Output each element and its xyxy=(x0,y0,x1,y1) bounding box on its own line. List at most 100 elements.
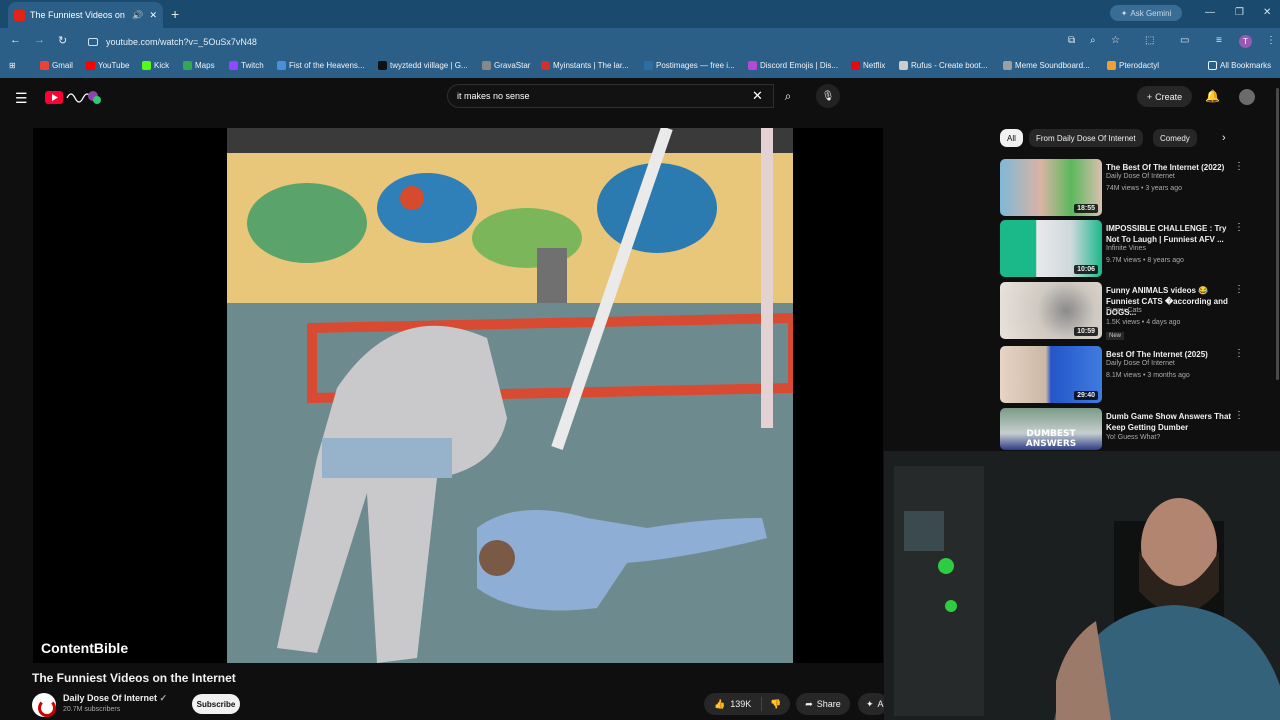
search-button[interactable]: ⌕ xyxy=(776,84,800,108)
hamburger-menu-icon[interactable]: ☰ xyxy=(15,90,28,107)
video-title: The Funniest Videos on the Internet xyxy=(32,671,236,685)
new-tab-button[interactable]: + xyxy=(171,6,179,22)
sparkle-icon: ✦ xyxy=(866,698,874,709)
url-text: youtube.com/watch?v=_5OuSx7vN48 xyxy=(106,37,257,47)
bookmark-twyztedd[interactable]: twyztedd viillage | G... xyxy=(378,61,468,70)
bookmark-twitch[interactable]: Twitch xyxy=(229,61,264,70)
bookmark-discord-emojis[interactable]: Discord Emojis | Dis... xyxy=(748,61,838,70)
related-meta: 74M views • 3 years ago xyxy=(1106,185,1182,192)
bookmark-fist-of-heavens[interactable]: Fist of the Heavens... xyxy=(277,61,365,70)
install-app-icon[interactable]: ⧉ xyxy=(1068,35,1075,46)
chip-all[interactable]: All xyxy=(1000,129,1023,147)
related-video[interactable]: 10:59 Funny ANIMALS videos 😂 Funniest CA… xyxy=(1000,282,1260,340)
forward-icon[interactable]: → xyxy=(34,34,45,46)
bookmark-kick[interactable]: Kick xyxy=(142,61,169,70)
twitch-icon xyxy=(229,61,238,70)
create-button[interactable]: + Create xyxy=(1137,86,1192,107)
bookmark-netflix[interactable]: Netflix xyxy=(851,61,885,70)
ask-label: A xyxy=(877,699,884,709)
related-title: IMPOSSIBLE CHALLENGE : Try Not To Laugh … xyxy=(1106,224,1227,244)
share-label: Share xyxy=(816,699,841,709)
chip-from-channel[interactable]: From Daily Dose Of Internet xyxy=(1029,129,1143,147)
youtube-icon xyxy=(86,61,95,70)
profile-avatar[interactable]: T xyxy=(1239,35,1252,48)
bookmark-youtube[interactable]: YouTube xyxy=(86,61,129,70)
close-tab-icon[interactable]: ✕ xyxy=(149,10,157,21)
video-watermark: ContentBible xyxy=(41,640,129,656)
more-options-icon[interactable]: ⋮ xyxy=(1234,410,1244,421)
more-options-icon[interactable]: ⋮ xyxy=(1234,284,1244,295)
address-bar[interactable]: youtube.com/watch?v=_5OuSx7vN48 xyxy=(80,33,1130,51)
browser-menu-icon[interactable]: ⋮ xyxy=(1266,35,1276,46)
voice-search-button[interactable]: 🎙 xyxy=(816,84,840,108)
minimize-icon[interactable]: — xyxy=(1205,7,1215,18)
youtube-logo[interactable] xyxy=(45,89,101,106)
search-query-text: it makes no sense xyxy=(457,91,530,101)
maximize-icon[interactable]: ❐ xyxy=(1235,7,1244,18)
ask-gemini-button[interactable]: ✦ Ask Gemini xyxy=(1110,5,1182,21)
like-button[interactable]: 👍 139K xyxy=(704,697,763,711)
apps-icon[interactable]: ⊞ xyxy=(9,61,16,70)
verified-icon: ✓ xyxy=(159,693,168,703)
reload-icon[interactable]: ↻ xyxy=(58,34,67,47)
media-controls-icon[interactable]: ≡ xyxy=(1216,35,1222,46)
related-video[interactable]: 10:06 IMPOSSIBLE CHALLENGE : Try Not To … xyxy=(1000,220,1260,278)
kick-icon xyxy=(142,61,151,70)
related-video[interactable]: 29:40 Best Of The Internet (2025) Daily … xyxy=(1000,346,1260,404)
extensions-icon[interactable]: ⬚ xyxy=(1145,35,1154,46)
clear-search-icon[interactable]: ✕ xyxy=(752,88,763,104)
netflix-icon xyxy=(851,61,860,70)
related-video[interactable]: DUMBEST ANSWERS Dumb Game Show Answers T… xyxy=(1000,408,1260,450)
reading-list-icon[interactable]: ▭ xyxy=(1180,35,1189,46)
myinstants-icon xyxy=(541,61,550,70)
soundboard-icon xyxy=(1003,61,1012,70)
bookmark-meme-soundboard[interactable]: Meme Soundboard... xyxy=(1003,61,1090,70)
folder-icon xyxy=(1208,61,1217,70)
discord-emoji-icon xyxy=(748,61,757,70)
dislike-button[interactable]: 👎 xyxy=(762,699,789,710)
bookmark-maps[interactable]: Maps xyxy=(183,61,215,70)
postimages-icon xyxy=(644,61,653,70)
bookmark-gmail[interactable]: Gmail xyxy=(40,61,73,70)
tab-title: The Funniest Videos on the xyxy=(30,10,126,20)
subscribe-button[interactable]: Subscribe xyxy=(192,694,240,714)
related-video[interactable]: 18:55 The Best Of The Internet (2022) Da… xyxy=(1000,159,1260,217)
all-bookmarks-folder[interactable]: All Bookmarks xyxy=(1208,61,1271,70)
bookmark-pterodactyl[interactable]: Pterodactyl xyxy=(1107,61,1159,70)
bookmark-myinstants[interactable]: Myinstants | The lar... xyxy=(541,61,629,70)
video-duration: 10:59 xyxy=(1074,327,1098,336)
webcam-overlay xyxy=(884,451,1280,720)
bookmark-rufus[interactable]: Rufus - Create boot... xyxy=(899,61,987,70)
active-tab[interactable]: The Funniest Videos on the 🔊 ✕ xyxy=(8,2,163,28)
site-info-icon[interactable] xyxy=(88,38,98,46)
bookmark-postimages[interactable]: Postimages — free i... xyxy=(644,61,735,70)
close-window-icon[interactable]: ✕ xyxy=(1263,7,1271,18)
maps-icon xyxy=(183,61,192,70)
channel-name[interactable]: Daily Dose Of Internet ✓ xyxy=(63,693,167,704)
bookmark-star-icon[interactable]: ☆ xyxy=(1111,35,1120,46)
video-duration: 10:06 xyxy=(1074,265,1098,274)
like-count: 139K xyxy=(730,699,752,709)
gmail-icon xyxy=(40,61,49,70)
more-options-icon[interactable]: ⋮ xyxy=(1234,348,1244,359)
plus-icon: + xyxy=(1146,91,1153,102)
chevron-right-icon[interactable]: › xyxy=(1222,132,1226,144)
back-icon[interactable]: ← xyxy=(10,34,21,46)
chip-comedy[interactable]: Comedy xyxy=(1153,129,1197,147)
more-options-icon[interactable]: ⋮ xyxy=(1234,161,1244,172)
related-title: The Best Of The Internet (2022) xyxy=(1106,163,1225,172)
more-options-icon[interactable]: ⋮ xyxy=(1234,222,1244,233)
search-input[interactable]: it makes no sense xyxy=(447,84,774,108)
related-meta: 8.1M views • 3 months ago xyxy=(1106,372,1190,379)
speaker-icon[interactable]: 🔊 xyxy=(132,10,143,21)
channel-avatar[interactable] xyxy=(32,693,56,717)
search-icon: ⌕ xyxy=(784,88,792,103)
zoom-icon[interactable]: ⌕ xyxy=(1090,35,1096,46)
video-thumbnail: 29:40 xyxy=(1000,346,1102,403)
user-avatar[interactable] xyxy=(1239,89,1255,105)
share-button[interactable]: ➦ Share xyxy=(796,693,850,715)
notifications-bell-icon[interactable]: 🔔 xyxy=(1205,89,1220,103)
page-scrollbar[interactable] xyxy=(1276,88,1279,380)
bookmark-gravastar[interactable]: GravaStar xyxy=(482,61,530,70)
related-meta: 1.5K views • 4 days ago xyxy=(1106,319,1181,326)
